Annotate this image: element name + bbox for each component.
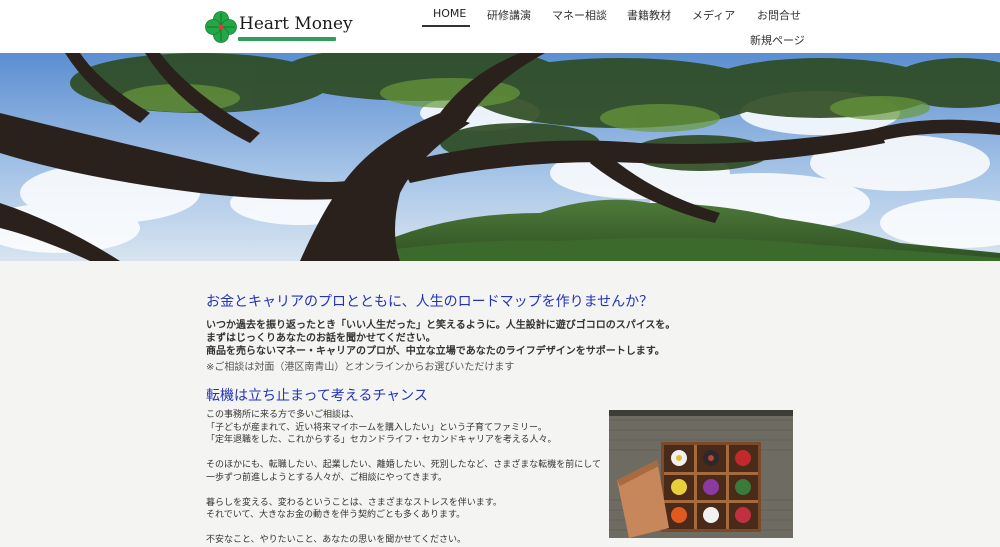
nav-contact[interactable]: お問合せ xyxy=(757,7,801,23)
flower-box-photo-icon xyxy=(609,410,793,538)
brand-underline xyxy=(238,37,336,41)
nav-media[interactable]: メディア xyxy=(692,7,735,23)
body-line: そのほかにも、転職したい、起業したい、離婚したい、死別したなど、さまざまな転機を… xyxy=(206,460,602,470)
main-content: お金とキャリアのプロとともに、人生のロードマップを作りませんか？ いつか過去を振… xyxy=(0,261,1000,545)
nav-money-consult[interactable]: マネー相談 xyxy=(552,7,607,23)
body-line xyxy=(206,447,601,460)
tree-sky-mountain-photo-icon xyxy=(0,53,1000,261)
body-line xyxy=(206,484,601,497)
body-line: 「子どもが産まれて、近い将来マイホームを購入したい」という子育てファミリー。 xyxy=(206,422,547,433)
body-line xyxy=(206,522,601,535)
brand-logo[interactable]: Heart Money xyxy=(204,10,353,44)
body-line: 一歩ずつ前進しようとする人々が、ご相談にやってきます。 xyxy=(206,472,447,483)
flower-box-photo xyxy=(609,410,793,538)
body-line: 不安なこと、やりたいこと、あなたの思いを聞かせてください。 xyxy=(206,535,467,545)
intro-line: まずはじっくりあなたのお話を聞かせてください。 xyxy=(206,333,436,344)
hero-image xyxy=(0,53,1000,261)
body-line: 「定年退職をした、これからする」セカンドライフ・セカンドキャリアを考える人々。 xyxy=(206,435,557,445)
nav-new-page[interactable]: 新規ページ xyxy=(750,32,805,48)
consult-note: ※ご相談は対面（港区南青山）とオンラインからお選びいただけます xyxy=(206,362,515,373)
nav-training[interactable]: 研修講演 xyxy=(487,7,531,23)
body-line: 暮らしを変える、変わるということは、さまざまなストレスを伴います。 xyxy=(206,497,502,508)
clover-icon xyxy=(205,11,237,43)
body-line: それでいて、大きなお金の動きを伴う契約ごとも多くあります。 xyxy=(206,510,466,520)
nav-books[interactable]: 書籍教材 xyxy=(627,7,671,23)
intro-lead: いつか過去を振り返ったとき「いい人生だった」と笑えるように。人生設計に遊びゴコロ… xyxy=(206,319,675,358)
section-heading: 転機は立ち止まって考えるチャンス xyxy=(206,388,428,404)
nav-active-indicator xyxy=(422,25,470,27)
nav-home[interactable]: HOME xyxy=(433,7,466,20)
section-body: この事務所に来る方で多いご相談は、 「子どもが産まれて、近い将来マイホームを購入… xyxy=(206,409,601,547)
body-line: この事務所に来る方で多いご相談は、 xyxy=(206,410,360,420)
intro-heading: お金とキャリアのプロとともに、人生のロードマップを作りませんか？ xyxy=(206,294,654,310)
site-header: Heart Money HOME 研修講演 マネー相談 書籍教材 メディア お問… xyxy=(0,0,1000,53)
intro-line: いつか過去を振り返ったとき「いい人生だった」と笑えるように。人生設計に遊びゴコロ… xyxy=(206,320,676,331)
intro-line: 商品を売らないマネー・キャリアのプロが、中立な立場であなたのライフデザインをサポ… xyxy=(206,346,665,357)
brand-name: Heart Money xyxy=(239,14,353,34)
